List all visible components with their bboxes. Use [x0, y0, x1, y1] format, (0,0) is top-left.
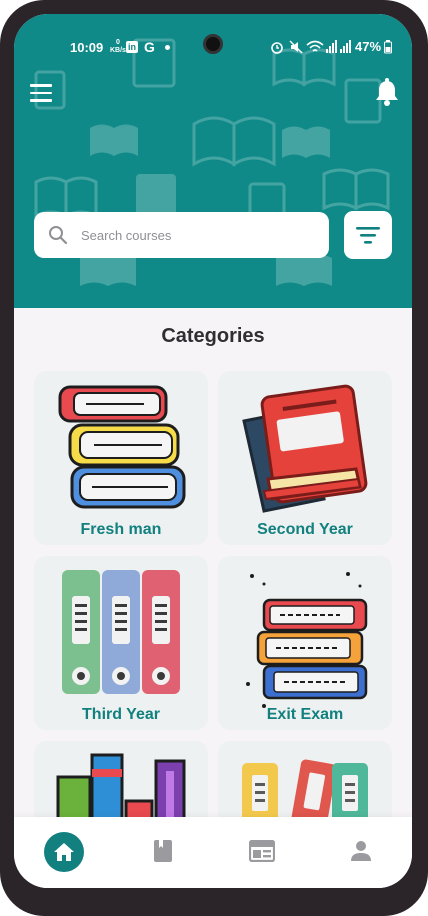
category-card-exit-exam[interactable]: Exit Exam — [218, 556, 392, 730]
category-card-second-year[interactable]: Second Year — [218, 371, 392, 545]
category-card-fresh-man[interactable]: Fresh man — [34, 371, 208, 545]
filter-button[interactable] — [344, 211, 392, 259]
search-placeholder: Search courses — [81, 227, 172, 243]
battery-level: 47% — [355, 39, 382, 54]
app-screen: 10:09 0 KB/s in G 47% Search courses Cat… — [14, 14, 412, 888]
nav-home[interactable] — [44, 832, 84, 872]
notification-bell-icon[interactable] — [374, 78, 400, 106]
filter-icon — [356, 227, 380, 244]
categories-heading: Categories — [161, 325, 265, 347]
nav-news[interactable] — [242, 831, 282, 871]
network-speed-unit: KB/s — [110, 47, 126, 54]
signal-icon — [326, 40, 337, 53]
linkedin-notification-icon: in — [126, 41, 138, 53]
menu-button[interactable] — [30, 84, 52, 102]
category-label: Fresh man — [80, 521, 162, 538]
category-label: Exit Exam — [266, 706, 344, 723]
battery-icon — [384, 40, 392, 54]
signal-2-icon — [340, 40, 351, 53]
background-books-pattern — [34, 38, 390, 286]
phone-frame: 10:09 0 KB/s in G 47% Search courses Cat… — [0, 0, 428, 916]
bottom-navigation — [14, 817, 412, 888]
category-label: Third Year — [82, 706, 160, 723]
nav-courses[interactable] — [143, 831, 183, 871]
home-icon — [54, 843, 74, 861]
category-label: Second Year — [257, 521, 353, 538]
alarm-icon — [271, 42, 283, 54]
google-notification-icon: G — [144, 39, 155, 55]
wifi-icon — [306, 40, 324, 52]
front-camera — [203, 34, 223, 54]
header: 10:09 0 KB/s in G 47% Search courses — [14, 14, 412, 308]
book-icon — [154, 840, 172, 862]
volume-button — [423, 262, 428, 320]
stacked-books-icon — [58, 385, 186, 509]
network-speed: 0 KB/s — [110, 39, 126, 55]
category-card-third-year[interactable]: Third Year — [34, 556, 208, 730]
search-icon — [49, 226, 68, 245]
news-icon — [249, 840, 275, 862]
menu-icon — [30, 84, 52, 87]
binders-icon — [62, 570, 180, 694]
nav-profile[interactable] — [341, 831, 381, 871]
search-input[interactable]: Search courses — [34, 212, 329, 258]
network-speed-value: 0 — [116, 39, 120, 46]
person-icon — [351, 841, 371, 861]
mute-icon — [289, 40, 303, 54]
status-time: 10:09 — [70, 40, 104, 55]
notification-dot-icon — [165, 45, 170, 50]
book-stack-icon — [246, 572, 368, 708]
power-button — [423, 364, 428, 474]
books-icon — [242, 384, 368, 513]
